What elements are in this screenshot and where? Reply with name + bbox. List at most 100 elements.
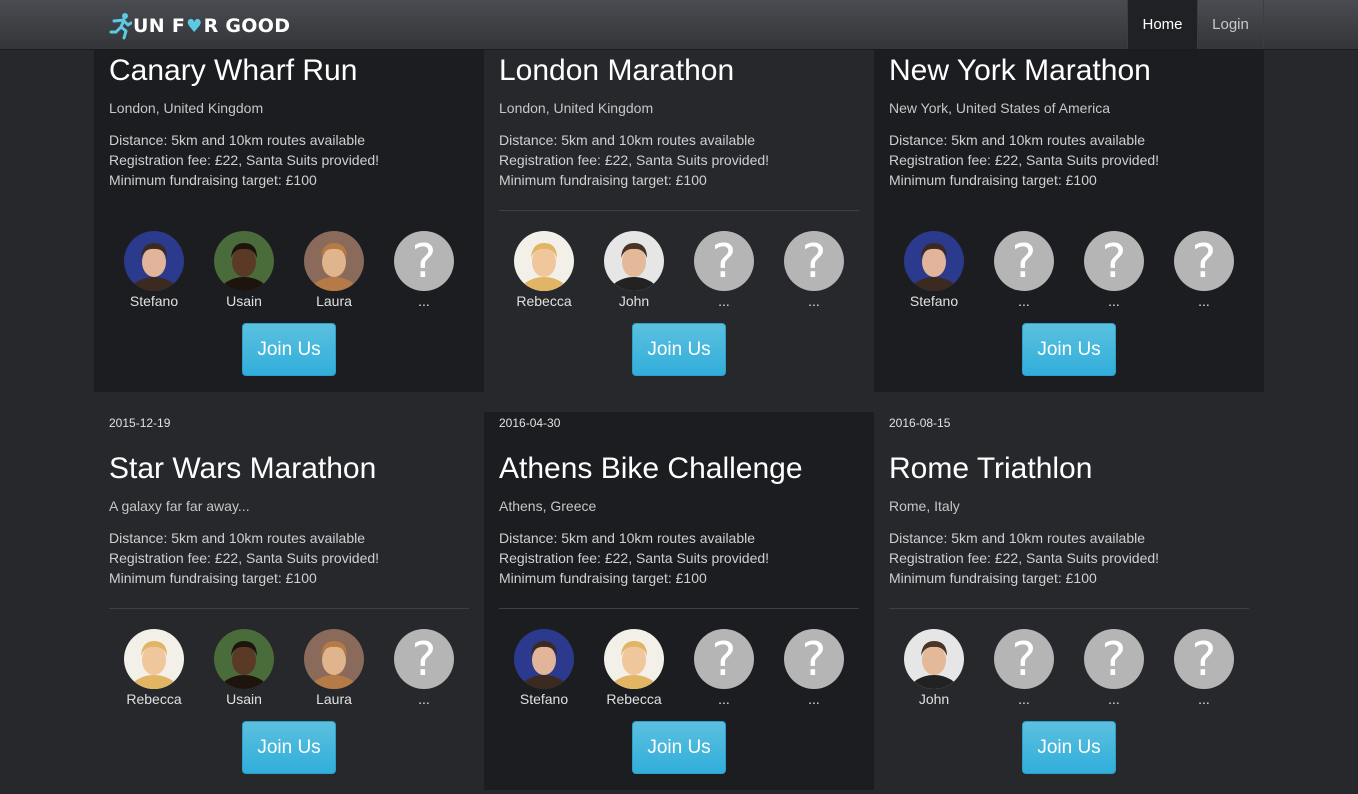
runner-name: ... — [808, 691, 820, 707]
runner-name: ... — [1198, 293, 1210, 309]
join-us-button[interactable]: Join Us — [1022, 323, 1116, 376]
event-target: Minimum fundraising target: £100 — [499, 570, 707, 586]
question-mark-icon: ? — [694, 231, 754, 291]
event-location: Rome, Italy — [889, 498, 960, 514]
event-details: Distance: 5km and 10km routes available … — [109, 528, 469, 588]
event-details: Distance: 5km and 10km routes available … — [889, 528, 1249, 588]
runner-item[interactable]: ?... — [379, 629, 469, 709]
runner-item[interactable]: Stefano — [109, 231, 199, 311]
join-us-button[interactable]: Join Us — [632, 721, 726, 774]
event-title: London Marathon — [499, 54, 735, 87]
event-location: London, United Kingdom — [109, 100, 264, 116]
event-location: A galaxy far far away... — [109, 498, 250, 514]
runner-name: Rebecca — [126, 691, 182, 707]
heart-icon: ♥ — [186, 15, 203, 37]
event-date: 2016-04-30 — [499, 416, 561, 430]
event-card: 2016-08-15 Rome Triathlon Rome, Italy Di… — [874, 412, 1264, 790]
runner-item[interactable]: ?... — [979, 629, 1069, 709]
question-mark-icon: ? — [1084, 231, 1144, 291]
runner-name: ... — [1108, 293, 1120, 309]
event-card: New York Marathon New York, United State… — [874, 44, 1264, 392]
divider — [109, 608, 469, 609]
runner-name: John — [918, 691, 950, 707]
event-fee: Registration fee: £22, Santa Suits provi… — [889, 152, 1160, 168]
runner-item[interactable]: Stefano — [889, 231, 979, 311]
runner-item[interactable]: Rebecca — [109, 629, 199, 709]
event-distance: Distance: 5km and 10km routes available — [889, 132, 1146, 148]
event-target: Minimum fundraising target: £100 — [889, 570, 1097, 586]
brand-logo[interactable]: UN F ♥ R GOOD — [108, 12, 290, 40]
event-distance: Distance: 5km and 10km routes available — [109, 530, 366, 546]
avatar — [124, 231, 184, 291]
runner-name: Laura — [316, 691, 352, 707]
question-mark-icon: ? — [994, 231, 1054, 291]
runners-list: Stefano Rebecca?...?... — [499, 629, 859, 709]
event-distance: Distance: 5km and 10km routes available — [889, 530, 1146, 546]
avatar — [124, 629, 184, 689]
question-mark-icon: ? — [694, 629, 754, 689]
runner-item[interactable]: Stefano — [499, 629, 589, 709]
avatar — [604, 629, 664, 689]
runner-name: ... — [1108, 691, 1120, 707]
runner-item[interactable]: ?... — [379, 231, 469, 311]
divider — [499, 608, 859, 609]
runner-item[interactable]: ?... — [1159, 231, 1249, 311]
event-title: New York Marathon — [889, 54, 1151, 87]
runner-name: Rebecca — [516, 293, 572, 309]
runners-list: John?...?...?... — [889, 629, 1249, 709]
runner-name: ... — [418, 293, 430, 309]
event-fee: Registration fee: £22, Santa Suits provi… — [889, 550, 1160, 566]
event-title: Star Wars Marathon — [109, 452, 377, 485]
event-card: Canary Wharf Run London, United Kingdom … — [94, 44, 484, 392]
question-mark-icon: ? — [784, 231, 844, 291]
navbar: UN F ♥ R GOOD Home Login — [0, 0, 1358, 50]
event-card: London Marathon London, United Kingdom D… — [484, 44, 874, 392]
runner-item[interactable]: ?... — [1069, 231, 1159, 311]
runner-item[interactable]: John — [889, 629, 979, 709]
runner-item[interactable]: Usain — [199, 231, 289, 311]
runner-item[interactable]: ?... — [1069, 629, 1159, 709]
question-mark-icon: ? — [394, 629, 454, 689]
event-distance: Distance: 5km and 10km routes available — [499, 530, 756, 546]
nav-home[interactable]: Home — [1127, 0, 1197, 49]
avatar — [514, 231, 574, 291]
runner-name: ... — [808, 293, 820, 309]
question-mark-icon: ? — [784, 629, 844, 689]
runner-name: John — [618, 293, 650, 309]
runner-name: Usain — [226, 293, 262, 309]
join-us-button[interactable]: Join Us — [242, 323, 336, 376]
runner-item[interactable]: ?... — [979, 231, 1069, 311]
runner-item[interactable]: John — [589, 231, 679, 311]
join-us-button[interactable]: Join Us — [242, 721, 336, 774]
runner-item[interactable]: Usain — [199, 629, 289, 709]
runner-item[interactable]: Rebecca — [499, 231, 589, 311]
runner-item[interactable]: Laura — [289, 629, 379, 709]
runner-name: Usain — [226, 691, 262, 707]
event-card: 2015-12-19 Star Wars Marathon A galaxy f… — [94, 412, 484, 790]
event-date: 2016-08-15 — [889, 416, 951, 430]
runners-list: Rebecca John?...?... — [499, 231, 859, 311]
event-location: New York, United States of America — [889, 100, 1110, 116]
question-mark-icon: ? — [1174, 629, 1234, 689]
runner-name: ... — [1018, 691, 1030, 707]
question-mark-icon: ? — [394, 231, 454, 291]
join-us-button[interactable]: Join Us — [1022, 721, 1116, 774]
join-us-button[interactable]: Join Us — [632, 323, 726, 376]
runner-item[interactable]: ?... — [1159, 629, 1249, 709]
event-title: Canary Wharf Run — [109, 54, 358, 87]
event-distance: Distance: 5km and 10km routes available — [109, 132, 366, 148]
nav-login[interactable]: Login — [1197, 0, 1264, 49]
runner-item[interactable]: ?... — [679, 629, 769, 709]
event-fee: Registration fee: £22, Santa Suits provi… — [109, 550, 380, 566]
runner-item[interactable]: Laura — [289, 231, 379, 311]
event-card: 2016-04-30 Athens Bike Challenge Athens,… — [484, 412, 874, 790]
runner-item[interactable]: ?... — [679, 231, 769, 311]
divider — [889, 608, 1249, 609]
runner-item[interactable]: ?... — [769, 231, 859, 311]
runner-name: ... — [1018, 293, 1030, 309]
avatar — [514, 629, 574, 689]
runner-item[interactable]: ?... — [769, 629, 859, 709]
event-details: Distance: 5km and 10km routes available … — [499, 528, 859, 588]
runner-item[interactable]: Rebecca — [589, 629, 679, 709]
event-target: Minimum fundraising target: £100 — [109, 172, 317, 188]
